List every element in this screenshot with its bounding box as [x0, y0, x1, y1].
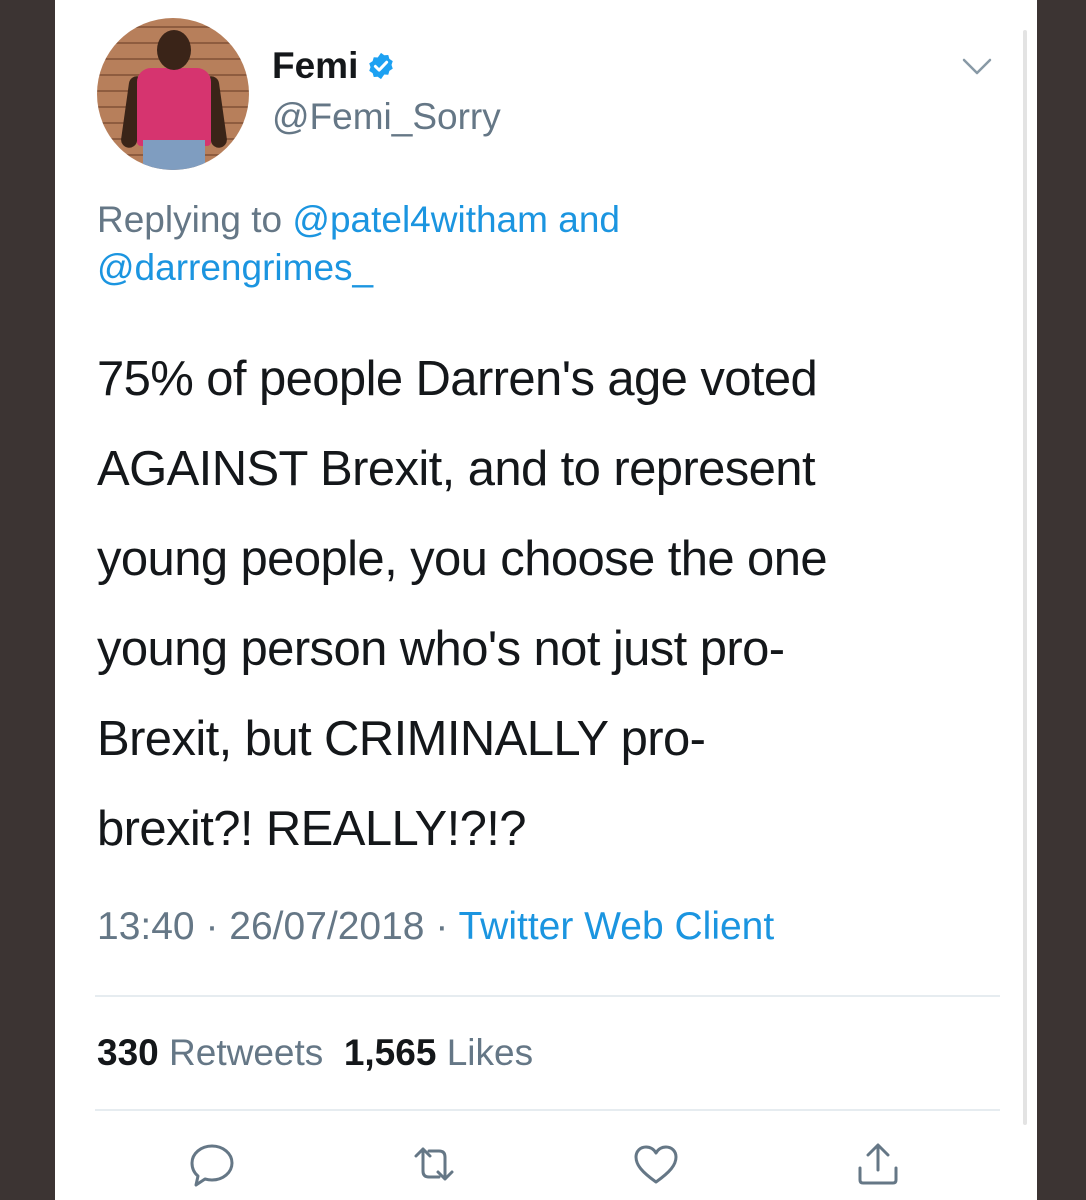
retweet-icon[interactable]	[408, 1138, 460, 1190]
replying-to: Replying to @patel4witham and @darrengri…	[97, 196, 957, 292]
likes-stat[interactable]: 1,565 Likes	[344, 1032, 533, 1073]
retweets-stat[interactable]: 330 Retweets	[97, 1032, 323, 1073]
meta-separator: ·	[435, 905, 449, 948]
reply-prefix: Replying to	[97, 199, 283, 240]
likes-label: Likes	[446, 1032, 534, 1073]
divider	[95, 995, 1000, 997]
heart-icon[interactable]	[630, 1138, 682, 1190]
reply-icon[interactable]	[186, 1138, 238, 1190]
reply-mention-patel4witham[interactable]: @patel4witham	[292, 199, 548, 240]
avatar[interactable]	[97, 18, 249, 170]
chevron-down-icon[interactable]	[960, 55, 994, 79]
share-icon[interactable]	[852, 1138, 904, 1190]
scrollbar[interactable]	[1023, 30, 1027, 1125]
author-name-row[interactable]: Femi	[272, 44, 396, 88]
tweet-meta: 13:40 · 26/07/2018 · Twitter Web Client	[97, 905, 774, 949]
meta-separator: ·	[205, 905, 219, 948]
tweet-text: 75% of people Darren's age voted AGAINST…	[97, 352, 828, 856]
tweet-stats: 330 Retweets 1,565 Likes	[97, 1032, 533, 1074]
tweet-actions	[0, 1138, 982, 1198]
tweet-time[interactable]: 13:40	[97, 905, 195, 948]
avatar-jeans	[143, 140, 205, 170]
reply-conjunction: and	[558, 199, 620, 240]
divider	[95, 1109, 1000, 1111]
author-handle[interactable]: @Femi_Sorry	[272, 96, 501, 138]
author-name[interactable]: Femi	[272, 45, 358, 87]
tweet-date[interactable]: 26/07/2018	[229, 905, 424, 948]
verified-badge-icon	[366, 51, 396, 81]
avatar-head	[157, 30, 191, 70]
avatar-shirt	[137, 68, 211, 146]
tweet-source[interactable]: Twitter Web Client	[458, 905, 774, 948]
likes-count: 1,565	[343, 1032, 437, 1073]
reply-mention-darrengrimes[interactable]: @darrengrimes_	[97, 247, 373, 288]
retweets-count: 330	[97, 1032, 159, 1073]
retweets-label: Retweets	[169, 1032, 324, 1073]
